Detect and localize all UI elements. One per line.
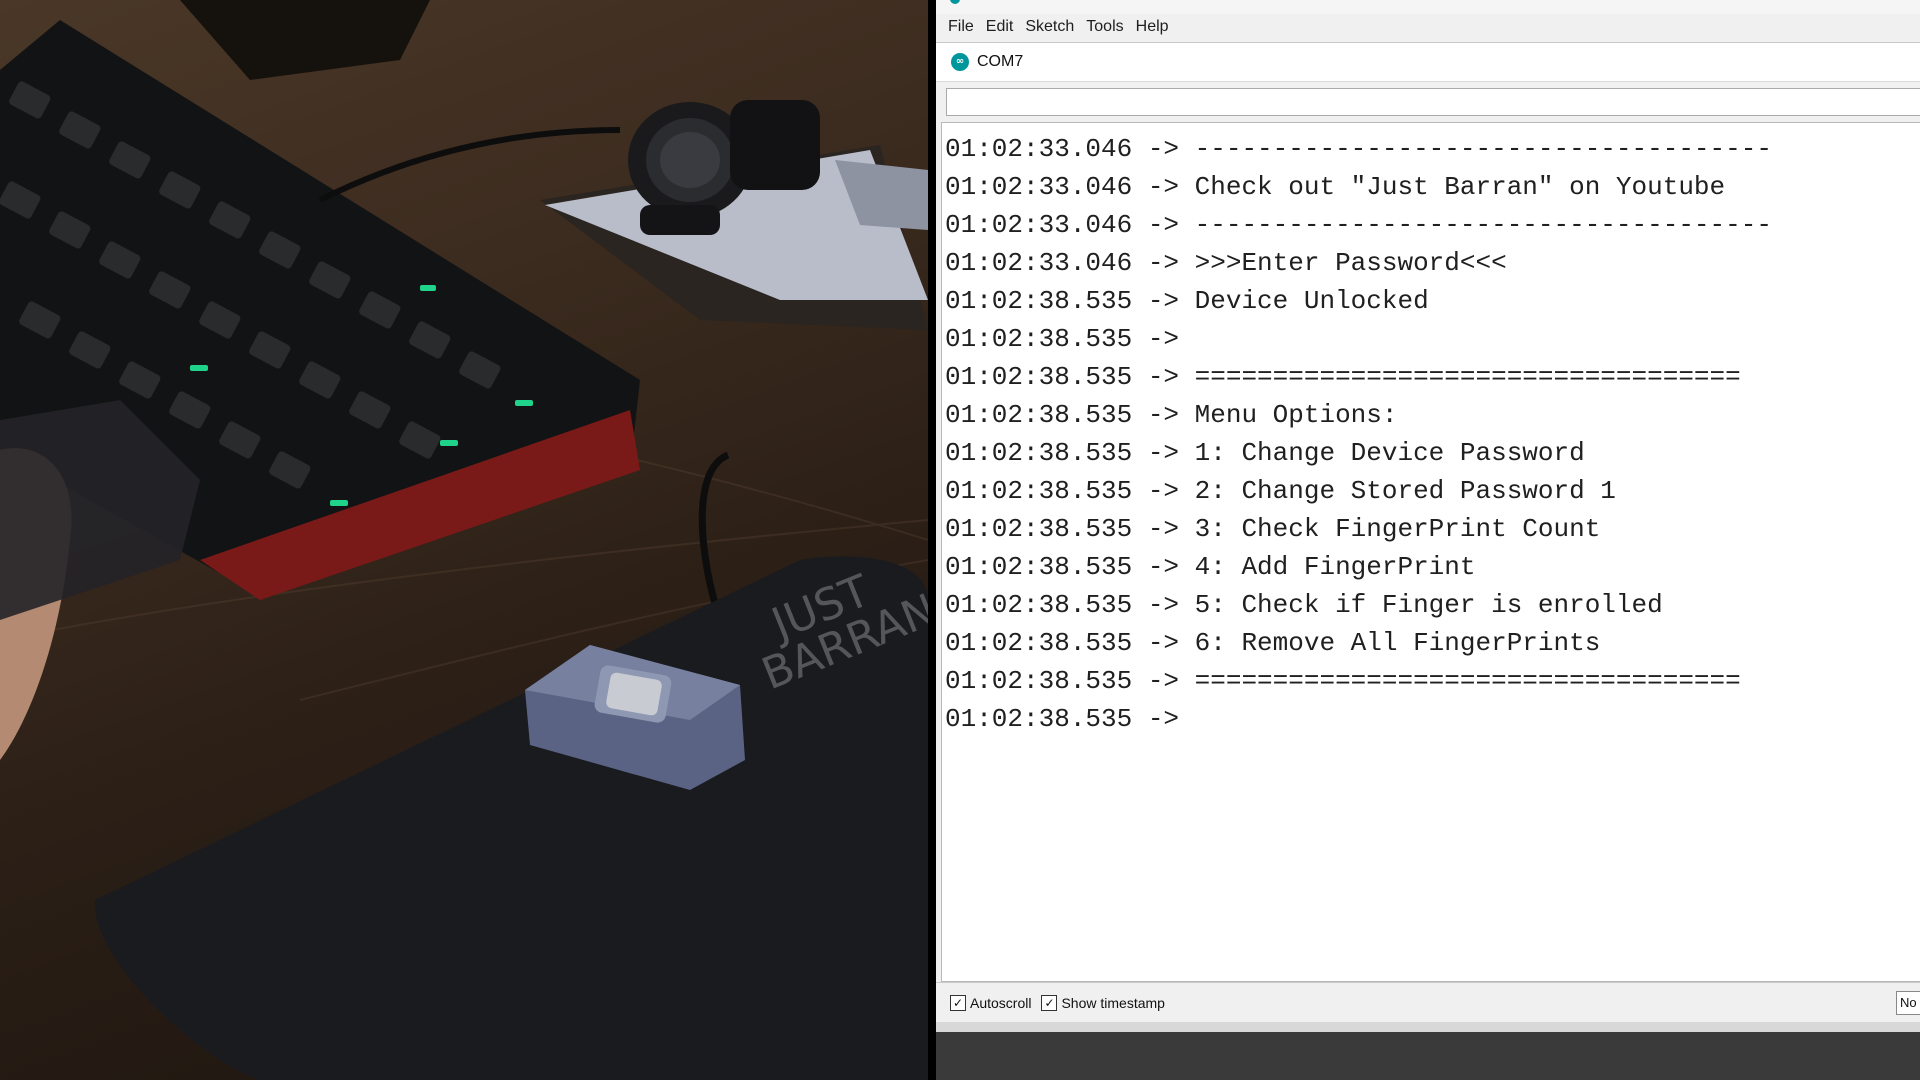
serial-output-line: 01:02:33.046 -> >>>Enter Password<<< xyxy=(945,248,1507,278)
ide-title-strip xyxy=(936,0,1920,14)
split-divider xyxy=(928,0,936,1080)
serial-output-line: 01:02:38.535 -> 4: Add FingerPrint xyxy=(945,552,1476,582)
serial-output-line: 01:02:38.535 -> 3: Check FingerPrint Cou… xyxy=(945,514,1601,544)
show-timestamp-label: Show timestamp xyxy=(1061,995,1165,1011)
serial-output-line: 01:02:33.046 -> ------------------------… xyxy=(945,134,1772,164)
serial-output-line: 01:02:38.535 -> Menu Options: xyxy=(945,400,1398,430)
serial-status-bar: ✓ Autoscroll ✓ Show timestamp No xyxy=(936,982,1920,1023)
show-timestamp-checkbox[interactable]: ✓ Show timestamp xyxy=(1041,995,1165,1011)
serial-send-input[interactable] xyxy=(946,88,1920,116)
send-row xyxy=(936,82,1920,122)
serial-monitor-window: File Edit Sketch Tools Help ∞ COM7 01:02… xyxy=(936,0,1920,1080)
serial-output-line: 01:02:38.535 -> 1: Change Device Passwor… xyxy=(945,438,1585,468)
arduino-logo-icon: ∞ xyxy=(951,53,969,71)
serial-output-line: 01:02:38.535 -> ========================… xyxy=(945,666,1741,696)
serial-output-area[interactable]: 01:02:33.046 -> ------------------------… xyxy=(941,122,1920,982)
serial-output-line: 01:02:33.046 -> Check out "Just Barran" … xyxy=(945,172,1726,202)
menu-help[interactable]: Help xyxy=(1130,18,1175,36)
serial-output-line: 01:02:38.535 -> ========================… xyxy=(945,362,1741,392)
serial-output-line: 01:02:38.535 -> 5: Check if Finger is en… xyxy=(945,590,1663,620)
serial-output-lines: 01:02:33.046 -> ------------------------… xyxy=(942,123,1920,738)
desk-scene-illustration: JUST BARRAN xyxy=(0,0,928,1080)
autoscroll-check-icon: ✓ xyxy=(950,995,966,1011)
autoscroll-label: Autoscroll xyxy=(970,995,1032,1011)
serial-output-line: 01:02:38.535 -> 2: Change Stored Passwor… xyxy=(945,476,1616,506)
serial-monitor-titlebar: ∞ COM7 xyxy=(936,42,1920,82)
mouse-pad: JUST BARRAN xyxy=(94,556,928,1080)
video-frame-photo: JUST BARRAN xyxy=(0,0,928,1080)
serial-output-line: 01:02:38.535 -> xyxy=(945,324,1195,354)
menu-edit[interactable]: Edit xyxy=(980,18,1020,36)
serial-output-line: 01:02:38.535 -> 6: Remove All FingerPrin… xyxy=(945,628,1601,658)
ide-console-area xyxy=(936,1022,1920,1080)
serial-output-line: 01:02:38.535 -> xyxy=(945,704,1195,734)
menu-tools[interactable]: Tools xyxy=(1080,18,1129,36)
menu-file[interactable]: File xyxy=(942,18,980,36)
line-ending-select[interactable]: No xyxy=(1896,991,1920,1015)
serial-output-line: 01:02:33.046 -> ------------------------… xyxy=(945,210,1772,240)
port-title: COM7 xyxy=(977,53,1024,70)
serial-output-line: 01:02:38.535 -> Device Unlocked xyxy=(945,286,1429,316)
autoscroll-checkbox[interactable]: ✓ Autoscroll xyxy=(950,995,1031,1011)
timestamp-check-icon: ✓ xyxy=(1041,995,1058,1011)
menu-bar: File Edit Sketch Tools Help xyxy=(936,14,1920,40)
menu-sketch[interactable]: Sketch xyxy=(1019,18,1080,36)
